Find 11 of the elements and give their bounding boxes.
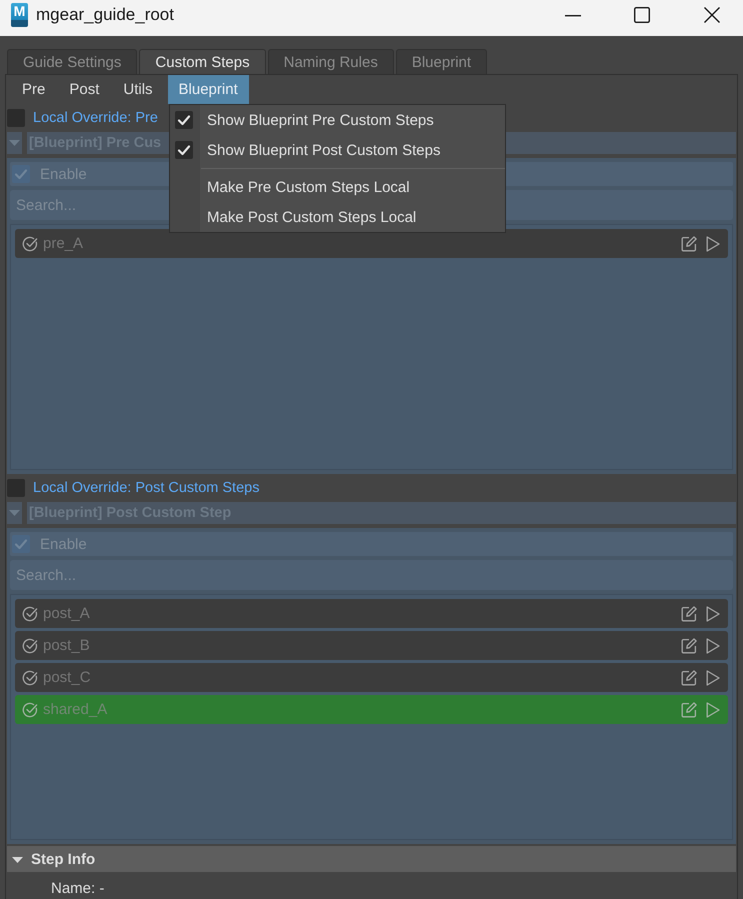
override-label: Local Override: Pre — [33, 110, 158, 126]
step-name: pre_A — [43, 235, 84, 252]
step-name: post_C — [43, 669, 91, 686]
section-title: Step Info — [31, 850, 96, 868]
app-icon: M — [11, 3, 28, 27]
step-name: post_A — [43, 605, 90, 622]
step-name: shared_A — [43, 701, 108, 718]
window-title: mgear_guide_root — [36, 4, 174, 26]
override-label: Local Override: Post Custom Steps — [33, 480, 260, 496]
info-line: Name: - — [51, 880, 106, 897]
step-name: post_B — [43, 637, 90, 654]
